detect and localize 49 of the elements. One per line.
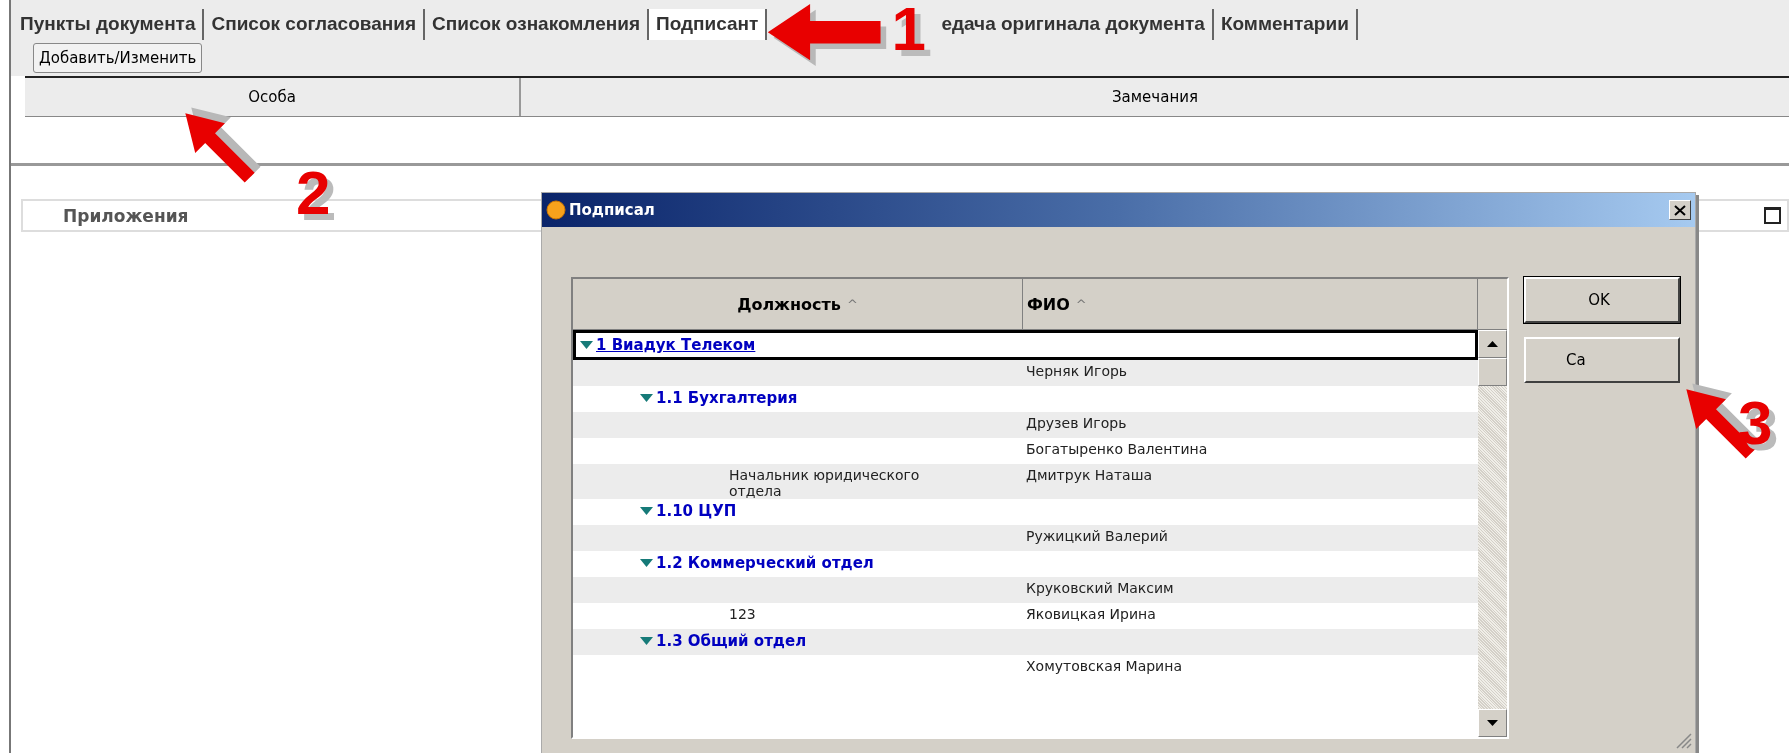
tree-row[interactable]: Начальник юридического отдела Дмитрук Наташа <box>573 464 1478 499</box>
scroll-up-icon[interactable] <box>1487 341 1498 347</box>
tree-row[interactable]: 1 Виадук Телеком <box>573 330 1478 360</box>
person-name: Друзев Игорь <box>1026 415 1127 431</box>
close-button[interactable] <box>1669 200 1691 220</box>
add-edit-button[interactable]: Добавить/Изменить <box>33 43 203 73</box>
tree-row[interactable]: 1.3 Общий отдел <box>573 629 1478 655</box>
group-name: 1 Виадук Телеком <box>596 336 756 354</box>
person-name: Дмитрук Наташа <box>1026 467 1153 483</box>
column-header[interactable]: ФИО ^ <box>1023 279 1478 329</box>
column-header[interactable]: Должность ^ <box>573 279 1023 329</box>
person-name: Круковский Максим <box>1026 580 1174 596</box>
expand-icon[interactable] <box>640 558 653 568</box>
expand-icon[interactable] <box>640 393 653 403</box>
close-icon <box>1674 204 1686 216</box>
tree-row[interactable]: Круковский Максим <box>573 577 1478 603</box>
group-name: 1.3 Общий отдел <box>656 632 807 650</box>
cancel-button[interactable]: Ca <box>1524 337 1680 383</box>
expand-icon[interactable] <box>580 340 593 350</box>
maximize-icon[interactable] <box>1764 207 1781 224</box>
person-name: Черняк Игорь <box>1026 363 1128 379</box>
scrollbar-thumb[interactable] <box>1478 358 1507 386</box>
person-name: Яковицкая Ирина <box>1026 606 1156 622</box>
expand-icon[interactable] <box>640 636 653 646</box>
step-number: 1 <box>891 0 926 60</box>
tab[interactable]: Подписант <box>649 9 768 40</box>
person-name: Богатыренко Валентина <box>1026 441 1208 457</box>
position-text: 123 <box>729 606 756 622</box>
dialog-title: Подписал <box>569 201 656 219</box>
tree-row[interactable]: Черняк Игорь <box>573 360 1478 386</box>
ok-button[interactable]: OK <box>1524 277 1680 323</box>
group-name: 1.1 Бухгалтерия <box>656 389 798 407</box>
group-name: 1.2 Коммерческий отдел <box>656 554 874 572</box>
tab[interactable]: едача оригинала документа <box>939 9 1214 40</box>
group-name: 1.10 ЦУП <box>656 502 737 520</box>
column-header[interactable]: Замечания <box>521 78 1789 116</box>
person-name: Ружицкий Валерий <box>1026 528 1168 544</box>
scrollbar[interactable] <box>1478 330 1507 737</box>
step-number: 2 <box>296 162 331 224</box>
step-number: 3 <box>1738 392 1773 454</box>
resize-grip-icon[interactable] <box>1674 731 1692 749</box>
panel-title: Приложения <box>63 205 189 226</box>
position-text: Начальник юридического отдела <box>729 467 921 499</box>
expand-icon[interactable] <box>640 506 653 516</box>
tree-row[interactable]: Ружицкий Валерий <box>573 525 1478 551</box>
person-name: Хомутовская Марина <box>1026 658 1182 674</box>
scroll-down-icon[interactable] <box>1487 720 1498 726</box>
tree-row[interactable]: Друзев Игорь <box>573 412 1478 438</box>
app-icon <box>546 200 566 220</box>
